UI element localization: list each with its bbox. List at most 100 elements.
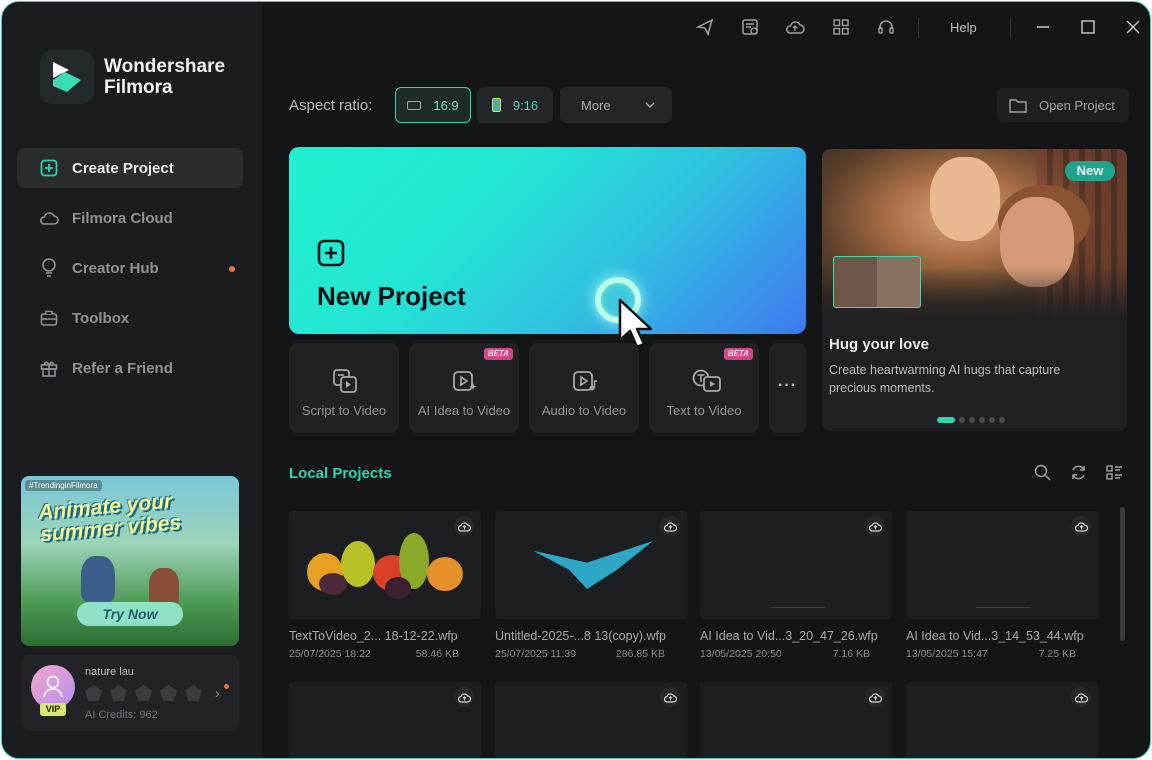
sidebar-item-filmora-cloud[interactable]: Filmora Cloud (17, 198, 243, 238)
carousel-dots (937, 417, 1005, 423)
plus-square-icon (317, 239, 345, 267)
banner-thumbnail (833, 256, 921, 308)
app-name-line2: Filmora (104, 77, 173, 98)
beta-badge: BETA (723, 348, 753, 360)
toolbox-icon (39, 308, 59, 328)
ai-idea-to-video-card[interactable]: BETA AI Idea to Video (409, 343, 519, 433)
task-list-icon[interactable] (739, 16, 761, 38)
minimize-icon[interactable] (1032, 16, 1054, 38)
notification-dot (229, 266, 235, 272)
project-date: 13/05/2025 20:50 (700, 648, 782, 660)
aspect-9-16-button[interactable]: 9:16 (477, 87, 553, 123)
maximize-icon[interactable] (1077, 16, 1099, 38)
sidebar-item-creator-hub[interactable]: Creator Hub (17, 248, 243, 288)
sidebar-item-label: Toolbox (72, 309, 130, 327)
thumbnail-detail (533, 541, 653, 589)
chevron-right-icon[interactable]: › (215, 685, 220, 701)
refresh-icon[interactable] (1068, 462, 1088, 482)
cloud-upload-icon[interactable] (865, 687, 885, 707)
aspect-ratio-label: Aspect ratio: (289, 97, 373, 114)
help-link[interactable]: Help (950, 20, 977, 35)
project-name: TextToVideo_2... 18-12-22.wfp (289, 629, 458, 643)
carousel-dot[interactable] (999, 417, 1005, 423)
landscape-icon (407, 100, 422, 110)
sidebar-item-refer-a-friend[interactable]: Refer a Friend (17, 348, 243, 388)
sidebar-item-create-project[interactable]: Create Project (17, 148, 243, 188)
cloud-upload-icon[interactable] (454, 516, 474, 536)
achievement-badges (85, 685, 202, 701)
project-card[interactable]: AI Idea to Vid...3_20_47_26.wfp 13/05/20… (700, 511, 892, 660)
project-card[interactable]: Untitled-2025-...8 13(copy).wfp 25/07/20… (495, 511, 687, 660)
carousel-dot[interactable] (959, 417, 965, 423)
cloud-upload-icon[interactable] (454, 687, 474, 707)
banner-title: Hug your love (829, 336, 930, 353)
titlebar-divider (1010, 18, 1011, 38)
project-thumbnail[interactable] (906, 511, 1098, 619)
thumbnail-detail (770, 607, 825, 608)
project-thumbnail[interactable] (700, 511, 892, 619)
feature-label: Audio to Video (541, 403, 627, 418)
folder-icon (1009, 98, 1027, 113)
send-icon[interactable] (694, 16, 716, 38)
text-to-video-card[interactable]: BETA Text to Video (649, 343, 759, 433)
project-thumbnail[interactable] (289, 511, 481, 619)
cloud-upload-icon[interactable] (660, 516, 680, 536)
cloud-upload-icon[interactable] (660, 687, 680, 707)
search-icon[interactable] (1032, 462, 1052, 482)
carousel-dot[interactable] (989, 417, 995, 423)
project-card[interactable] (495, 682, 687, 758)
project-thumbnail[interactable] (289, 682, 481, 758)
thumbnail-detail (385, 577, 411, 599)
cloud-upload-icon[interactable] (1071, 516, 1091, 536)
script-to-video-card[interactable]: Script to Video (289, 343, 399, 433)
carousel-dot[interactable] (969, 417, 975, 423)
ai-credits: AI Credits: 962 (85, 709, 158, 721)
more-features-button[interactable]: ··· (769, 343, 806, 433)
titlebar-divider (918, 18, 919, 38)
project-thumbnail[interactable] (700, 682, 892, 758)
project-size: 7.16 KB (832, 648, 870, 660)
cloud-upload-icon[interactable] (784, 16, 806, 38)
aspect-16-9-label: 16:9 (433, 97, 459, 113)
project-card[interactable]: TextToVideo_2... 18-12-22.wfp 25/07/2025… (289, 511, 481, 660)
ai-idea-icon (453, 371, 477, 391)
project-size: 286.85 KB (615, 648, 665, 660)
aspect-16-9-button[interactable]: 16:9 (395, 87, 471, 123)
aspect-more-dropdown[interactable]: More (560, 87, 672, 123)
grid-apps-icon[interactable] (830, 16, 852, 38)
project-thumbnail[interactable] (906, 682, 1098, 758)
scrollbar[interactable] (1120, 507, 1125, 641)
audio-to-video-card[interactable]: Audio to Video (529, 343, 639, 433)
user-card[interactable]: VIP nature lau › AI Credits: 962 (21, 655, 239, 731)
project-name: Untitled-2025-...8 13(copy).wfp (495, 629, 666, 643)
try-now-button[interactable]: Try Now (77, 602, 183, 626)
project-card[interactable] (906, 682, 1098, 758)
headset-icon[interactable] (875, 16, 897, 38)
project-thumbnail[interactable] (495, 511, 687, 619)
app-logo: Wondershare Filmora (40, 50, 225, 104)
project-date: 25/07/2025 11:39 (495, 648, 576, 660)
sidebar-item-toolbox[interactable]: Toolbox (17, 298, 243, 338)
cloud-upload-icon[interactable] (865, 516, 885, 536)
new-project-card[interactable]: New Project (289, 147, 806, 334)
carousel-dot[interactable] (979, 417, 985, 423)
carousel-dot[interactable] (937, 417, 955, 423)
close-icon[interactable] (1122, 16, 1144, 38)
chevron-down-icon (645, 102, 655, 108)
project-card[interactable] (289, 682, 481, 758)
project-card[interactable] (700, 682, 892, 758)
local-projects-title: Local Projects (289, 465, 392, 482)
open-project-button[interactable]: Open Project (997, 88, 1129, 122)
project-size: 58.46 KB (415, 648, 459, 660)
project-thumbnail[interactable] (495, 682, 687, 758)
badge-icon (135, 685, 152, 701)
vip-badge: VIP (40, 703, 66, 716)
more-label: More (581, 97, 611, 113)
user-name: nature lau (85, 666, 134, 678)
thumbnail-detail (427, 557, 463, 591)
feature-banner[interactable]: New Hug your love Create heartwarming AI… (822, 149, 1127, 431)
list-view-icon[interactable] (1104, 462, 1124, 482)
promo-banner[interactable]: #TrendinginFilmora Animate your summer v… (21, 476, 239, 646)
cloud-upload-icon[interactable] (1071, 687, 1091, 707)
project-card[interactable]: AI Idea to Vid...3_14_53_44.wfp 13/05/20… (906, 511, 1098, 660)
